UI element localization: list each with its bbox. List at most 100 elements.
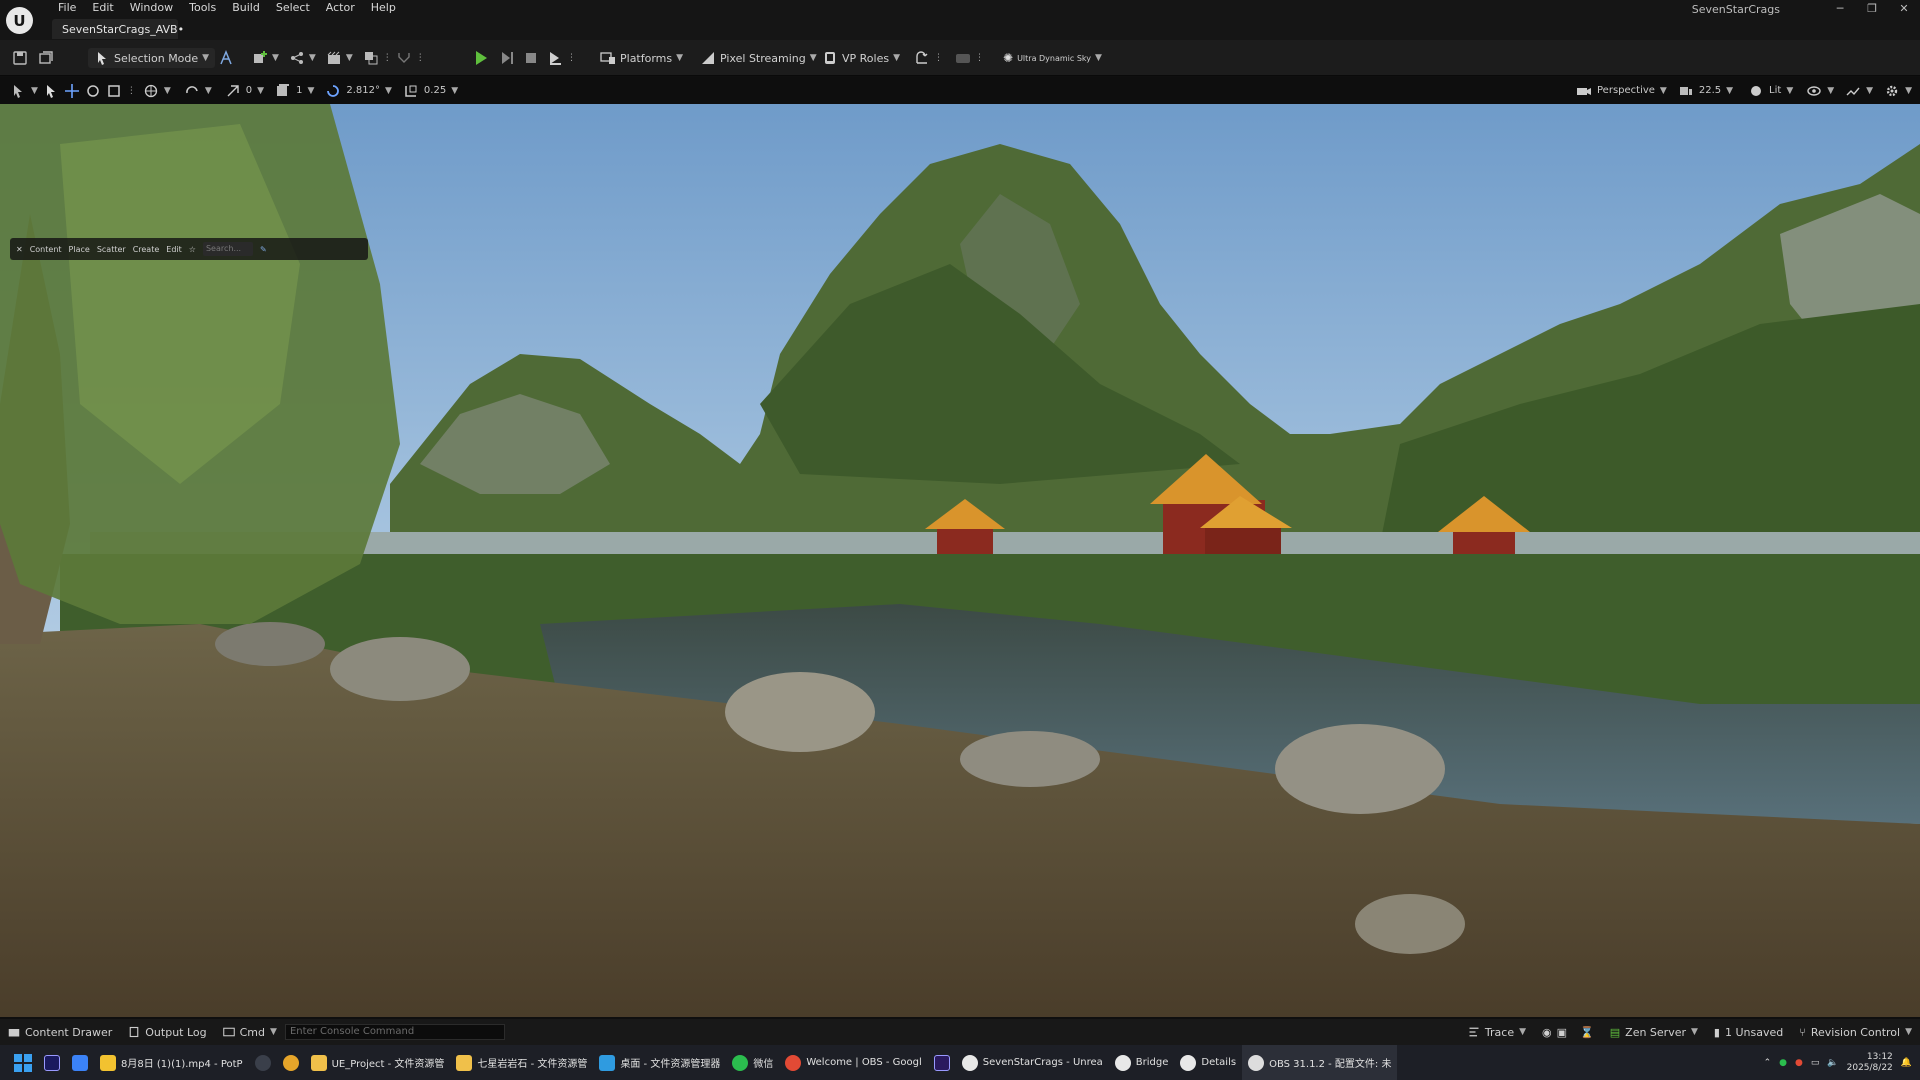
taskbar-item-bridge[interactable]: Bridge <box>1109 1045 1175 1080</box>
level-viewport[interactable]: ✕ Content Place Scatter Create Edit ☆ Se… <box>0 104 1920 1017</box>
transform-menu-icon[interactable] <box>10 83 26 99</box>
restore-icon[interactable]: ❐ <box>1856 0 1888 18</box>
taskbar-item-ue-project[interactable]: UE_Project - 文件资源管 <box>305 1045 451 1080</box>
more-options-icon[interactable]: ⋮ <box>934 53 943 63</box>
show-flags-icon[interactable] <box>1806 83 1822 99</box>
menu-help[interactable]: Help <box>363 0 404 16</box>
foliage-place-tab[interactable]: Place <box>69 245 90 254</box>
selection-mode-dropdown[interactable]: Selection Mode ▼ <box>88 48 216 68</box>
zen-server-dropdown[interactable]: ▤ Zen Server ▼ <box>1602 1019 1706 1045</box>
taskbar-item-desktop[interactable]: 桌面 - 文件资源管理器 <box>593 1045 726 1080</box>
more-options-icon[interactable]: ⋮ <box>975 53 984 63</box>
menu-window[interactable]: Window <box>122 0 181 16</box>
stop-icon[interactable] <box>523 50 539 66</box>
landscape-mode-icon[interactable] <box>218 50 234 66</box>
after-effects-taskbar-icon[interactable] <box>38 1045 66 1080</box>
move-tool-icon[interactable] <box>64 83 80 99</box>
scale-value[interactable]: 1 <box>296 85 302 96</box>
foliage-search-input[interactable]: Search... <box>202 242 253 256</box>
volume-icon[interactable]: 🔈 <box>1827 1058 1838 1068</box>
menu-actor[interactable]: Actor <box>318 0 363 16</box>
close-icon[interactable]: ✕ <box>1888 0 1920 18</box>
perspective-dropdown[interactable]: Perspective <box>1597 85 1655 96</box>
viewport-tools-icon[interactable] <box>955 50 971 66</box>
output-log-button[interactable]: Output Log <box>120 1019 214 1045</box>
screenshot-icon[interactable]: ▣ <box>1557 1026 1567 1039</box>
grid-snap-value[interactable]: 0.25 <box>424 85 446 96</box>
premiere-taskbar-icon[interactable] <box>928 1045 956 1080</box>
minimize-icon[interactable]: ─ <box>1824 0 1856 18</box>
clock[interactable]: 13:12 2025/8/22 <box>1847 1052 1893 1074</box>
vp-roles-dropdown[interactable]: VP Roles ▼ <box>822 48 900 68</box>
start-button[interactable] <box>0 1045 38 1080</box>
settings-icon[interactable] <box>1884 83 1900 99</box>
level-tab[interactable]: SevenStarCrags_AVB• <box>52 19 184 39</box>
blueprint-icon[interactable] <box>289 50 305 66</box>
app-taskbar-icon[interactable] <box>66 1045 94 1080</box>
display-icon[interactable]: ▭ <box>1811 1058 1820 1068</box>
angle-snap-icon[interactable] <box>325 83 341 99</box>
foliage-create-tab[interactable]: Create <box>133 245 160 254</box>
more-options-icon[interactable]: ⋮ <box>127 86 136 96</box>
chrome-taskbar-icon[interactable] <box>277 1045 305 1080</box>
advance-frame-icon[interactable] <box>499 50 515 66</box>
browse-icon[interactable] <box>38 50 54 66</box>
revision-control-dropdown[interactable]: ⑂ Revision Control ▼ <box>1791 1019 1920 1045</box>
camera-speed-value[interactable]: 22.5 <box>1699 85 1721 96</box>
eject-icon[interactable] <box>547 50 563 66</box>
unsaved-button[interactable]: ▮ 1 Unsaved <box>1706 1019 1791 1045</box>
play-icon[interactable] <box>476 51 487 65</box>
close-icon[interactable]: ✕ <box>16 245 23 254</box>
pixel-streaming-dropdown[interactable]: Pixel Streaming ▼ <box>700 48 817 68</box>
paint-icon[interactable]: ✎ <box>260 245 267 254</box>
tray-expand-icon[interactable]: ⌃ <box>1764 1058 1772 1068</box>
trace-dropdown[interactable]: Trace ▼ <box>1460 1019 1534 1045</box>
taskbar-item-wechat[interactable]: 微信 <box>726 1045 779 1080</box>
scale-tool-icon[interactable] <box>106 83 122 99</box>
record-icon[interactable]: ◉ <box>1542 1026 1552 1039</box>
menu-build[interactable]: Build <box>224 0 268 16</box>
save-icon[interactable] <box>12 50 28 66</box>
rotate-snap-value[interactable]: 0 <box>246 85 252 96</box>
cmd-dropdown[interactable]: Cmd ▼ <box>215 1019 285 1045</box>
surface-snap-icon[interactable] <box>184 83 200 99</box>
menu-file[interactable]: File <box>50 0 84 16</box>
cinematics-icon[interactable] <box>326 50 342 66</box>
hourglass-icon[interactable]: ⌛ <box>1580 1026 1594 1039</box>
view-mode-dropdown[interactable]: Lit <box>1769 85 1781 96</box>
camera-speed-icon[interactable] <box>1678 83 1694 99</box>
angle-snap-value[interactable]: 2.812° <box>346 85 380 96</box>
rotate-snap-icon[interactable] <box>225 83 241 99</box>
taskbar-item-details[interactable]: Details <box>1174 1045 1242 1080</box>
rotate-tool-icon[interactable] <box>85 83 101 99</box>
layers-icon[interactable] <box>275 83 291 99</box>
foliage-scatter-tab[interactable]: Scatter <box>97 245 126 254</box>
wechat-tray-icon[interactable]: ● <box>1779 1058 1787 1068</box>
taskbar-item-unreal[interactable]: SevenStarCrags - Unrea <box>956 1045 1109 1080</box>
content-drawer-button[interactable]: Content Drawer <box>0 1019 120 1045</box>
foliage-content-tab[interactable]: Content <box>30 245 62 254</box>
more-options-icon[interactable]: ⋮ <box>416 53 425 63</box>
world-local-icon[interactable] <box>143 83 159 99</box>
menu-select[interactable]: Select <box>268 0 318 16</box>
platforms-dropdown[interactable]: Platforms ▼ <box>600 48 683 68</box>
source-control-icon[interactable] <box>914 50 930 66</box>
ultra-dynamic-sky-dropdown[interactable]: ✺ Ultra Dynamic Sky ▼ <box>1003 48 1102 68</box>
console-command-input[interactable]: Enter Console Command <box>284 1024 505 1040</box>
foliage-edit-tab[interactable]: Edit <box>166 245 182 254</box>
taskbar-item-obs[interactable]: OBS 31.1.2 - 配置文件: 未 <box>1242 1045 1398 1080</box>
more-options-icon[interactable]: ⋮ <box>383 53 392 63</box>
select-tool-icon[interactable] <box>43 83 59 99</box>
menu-tools[interactable]: Tools <box>181 0 224 16</box>
more-options-icon[interactable]: ⋮ <box>567 53 576 63</box>
unreal-logo-icon[interactable]: U <box>6 7 33 34</box>
tray-app-icon[interactable]: ● <box>1795 1058 1803 1068</box>
sync-taskbar-icon[interactable] <box>249 1045 277 1080</box>
star-icon[interactable]: ☆ <box>189 245 196 254</box>
notification-icon[interactable]: 🔔 <box>1901 1058 1912 1068</box>
grid-snap-icon[interactable] <box>403 83 419 99</box>
menu-edit[interactable]: Edit <box>84 0 121 16</box>
merge-icon[interactable] <box>396 50 412 66</box>
taskbar-item-rocks-folder[interactable]: 七星岩岩石 - 文件资源管 <box>450 1045 593 1080</box>
performance-icon[interactable] <box>1845 83 1861 99</box>
